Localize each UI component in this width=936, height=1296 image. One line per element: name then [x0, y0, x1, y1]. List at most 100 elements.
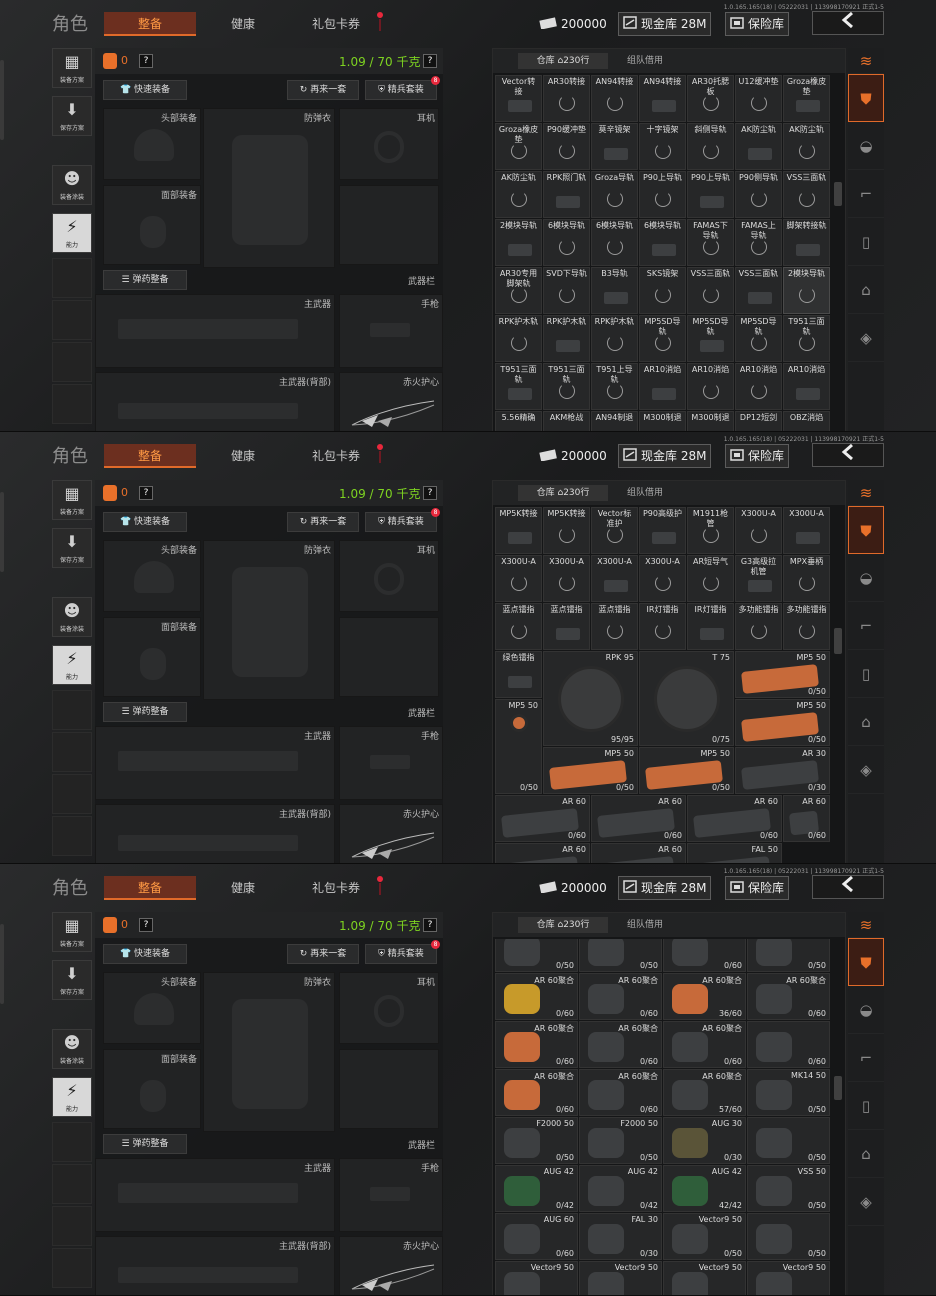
inventory-item[interactable]: 脚架转接轨 [783, 219, 830, 266]
primary-back-slot[interactable]: 主武器(背部) [95, 804, 335, 863]
inventory-item[interactable]: AK防尘轨 [735, 123, 782, 170]
magazine-item[interactable]: 0/50 [747, 939, 830, 972]
save-plan-button[interactable]: ⬇ 保存方案 [52, 960, 92, 1000]
inventory-item[interactable]: X300U-A [591, 555, 638, 602]
magazine-item[interactable]: AUG 60 0/60 [495, 1213, 578, 1260]
inventory-item[interactable]: SKS镜架 [639, 267, 686, 314]
inventory-item[interactable]: AR10消焰 [783, 363, 830, 410]
category-rifle-button[interactable]: ⌐ [848, 170, 884, 218]
inventory-item[interactable]: 莫辛镜架 [591, 123, 638, 170]
category-rifle-button[interactable]: ⌐ [848, 1034, 884, 1082]
empty-slot-button[interactable] [52, 258, 92, 298]
tab-warehouse[interactable]: 仓库 ⌂230行 [518, 53, 608, 69]
inventory-item[interactable]: AK防尘轨 [495, 171, 542, 218]
inventory-item[interactable]: AR30托腮板 [687, 75, 734, 122]
inventory-item[interactable]: 十字镜架 [639, 123, 686, 170]
tab-gift[interactable]: 礼包卡券 [290, 444, 382, 468]
inventory-item[interactable]: U12缓冲垫 [735, 75, 782, 122]
magazine-item[interactable]: AR 60 0/60 [783, 795, 830, 842]
category-helmet-button[interactable]: ◒ [848, 554, 884, 602]
armor-slot[interactable]: 防弹衣 [203, 108, 335, 268]
inventory-item[interactable]: 斜侧导轨 [687, 123, 734, 170]
empty-slot-button[interactable] [52, 1206, 92, 1246]
pistol-slot[interactable]: 手枪 [339, 726, 443, 800]
inventory-item[interactable]: 多功能镭指 [783, 603, 830, 650]
help-button[interactable]: ? [139, 918, 153, 932]
inventory-item[interactable]: X300U-A [783, 507, 830, 554]
equip-paint-button[interactable]: ☻ 装备涂装 [52, 165, 92, 205]
tab-team-borrow[interactable]: 组队借用 [613, 485, 677, 501]
magazine-item[interactable]: 0/50 [747, 1117, 830, 1164]
face-slot[interactable]: 面部装备 [103, 1049, 201, 1129]
cash-vault-button[interactable]: 现金库 28M [618, 444, 712, 468]
inventory-item[interactable]: MP5SD导轨 [735, 315, 782, 362]
category-magazine-button[interactable]: ▯ [848, 1082, 884, 1130]
inventory-item[interactable]: AR10消焰 [687, 363, 734, 410]
inventory-item[interactable]: T951三面轨 [543, 363, 590, 410]
inventory-scrollbar[interactable] [834, 182, 842, 206]
magazine-item[interactable]: VSS 50 0/50 [747, 1165, 830, 1212]
cash-vault-button[interactable]: 现金库 28M [618, 12, 712, 36]
elite-set-button[interactable]: ⛨ 精兵套装 8 [365, 940, 440, 964]
magazine-item[interactable]: RPK 95 95/95 [543, 651, 638, 746]
elite-set-button[interactable]: ⛨ 精兵套装 8 [365, 508, 440, 532]
inventory-item[interactable]: IR灯镭指 [639, 603, 686, 650]
magazine-item[interactable]: AR 60 [495, 843, 590, 863]
head-slot[interactable]: 头部装备 [103, 108, 201, 180]
tab-warehouse[interactable]: 仓库 ⌂230行 [518, 485, 608, 501]
again-button[interactable]: ↻ 再来一套 [287, 80, 359, 100]
armor-slot[interactable]: 防弹衣 [203, 540, 335, 700]
primary-slot[interactable]: 主武器 [95, 726, 335, 800]
ability-button[interactable]: ⚡ 能力 [52, 213, 92, 253]
inventory-item[interactable]: RPK照门轨 [543, 171, 590, 218]
inventory-item[interactable]: AR10消焰 [639, 363, 686, 410]
cash-vault-button[interactable]: 现金库 28M [618, 876, 712, 900]
inventory-item[interactable]: AN94制退 [591, 411, 638, 431]
equip-paint-button[interactable]: ☻ 装备涂装 [52, 1029, 92, 1069]
primary-back-slot[interactable]: 主武器(背部) [95, 372, 335, 431]
inventory-item[interactable]: X300U-A [543, 555, 590, 602]
inventory-item[interactable]: 蓝点镭指 [591, 603, 638, 650]
help-button[interactable]: ? [139, 486, 153, 500]
category-bottle-button[interactable]: ⌂ [848, 266, 884, 314]
inventory-item[interactable]: 蓝点镭指 [543, 603, 590, 650]
inventory-item[interactable]: Vector标准护 [591, 507, 638, 554]
empty-utility-slot[interactable] [339, 617, 439, 697]
magazine-item[interactable]: AR 60聚合 0/60 [579, 973, 662, 1020]
safe-button[interactable]: 保险库 [725, 876, 790, 900]
category-helmet-button[interactable]: ◒ [848, 986, 884, 1034]
weight-help-button[interactable]: ? [423, 54, 437, 68]
inventory-item[interactable]: Vector转接 [495, 75, 542, 122]
category-layers-button[interactable]: ≋ [848, 48, 884, 74]
inventory-scrollbar[interactable] [834, 1076, 842, 1100]
magazine-item[interactable]: AR 60聚合 0/60 [663, 1021, 746, 1068]
inventory-item[interactable]: AR短导气 [687, 555, 734, 602]
magazine-item[interactable]: T 75 0/75 [639, 651, 734, 746]
loadout-plan-button[interactable]: ▦ 装备方案 [52, 912, 92, 952]
inventory-item[interactable]: MP5SD导轨 [639, 315, 686, 362]
magazine-item[interactable]: 0/50 [747, 1213, 830, 1260]
empty-slot-button[interactable] [52, 816, 92, 856]
primary-slot[interactable]: 主武器 [95, 1158, 335, 1232]
inventory-item[interactable]: P90上导轨 [639, 171, 686, 218]
magazine-item[interactable]: AR 60聚合 0/60 [495, 973, 578, 1020]
tab-health[interactable]: 健康 [196, 444, 290, 468]
inventory-item[interactable]: VSS三面轨 [735, 267, 782, 314]
tab-health[interactable]: 健康 [196, 12, 290, 36]
back-button[interactable] [812, 443, 884, 467]
magazine-item[interactable]: AR 60聚合 0/60 [495, 1021, 578, 1068]
magazine-item[interactable]: AR 60聚合 0/60 [579, 1069, 662, 1116]
category-helmet-button[interactable]: ◒ [848, 122, 884, 170]
magazine-item[interactable]: AR 60聚合 0/60 [579, 1021, 662, 1068]
tab-warehouse[interactable]: 仓库 ⌂230行 [518, 917, 608, 933]
safe-button[interactable]: 保险库 [725, 444, 790, 468]
magazine-item[interactable]: AUG 42 0/42 [579, 1165, 662, 1212]
pistol-slot[interactable]: 手枪 [339, 294, 443, 368]
inventory-item[interactable]: MP5SD导轨 [687, 315, 734, 362]
magazine-item[interactable]: Vector9 50 [579, 1261, 662, 1295]
magazine-item[interactable]: MP5 50 0/50 [543, 747, 638, 794]
tab-loadout[interactable]: 整备 [104, 12, 196, 36]
magazine-item[interactable]: Vector9 50 [495, 1261, 578, 1295]
inventory-item[interactable]: OBZ消焰 [783, 411, 830, 431]
amulet-slot[interactable]: 赤火护心 [339, 1236, 443, 1295]
